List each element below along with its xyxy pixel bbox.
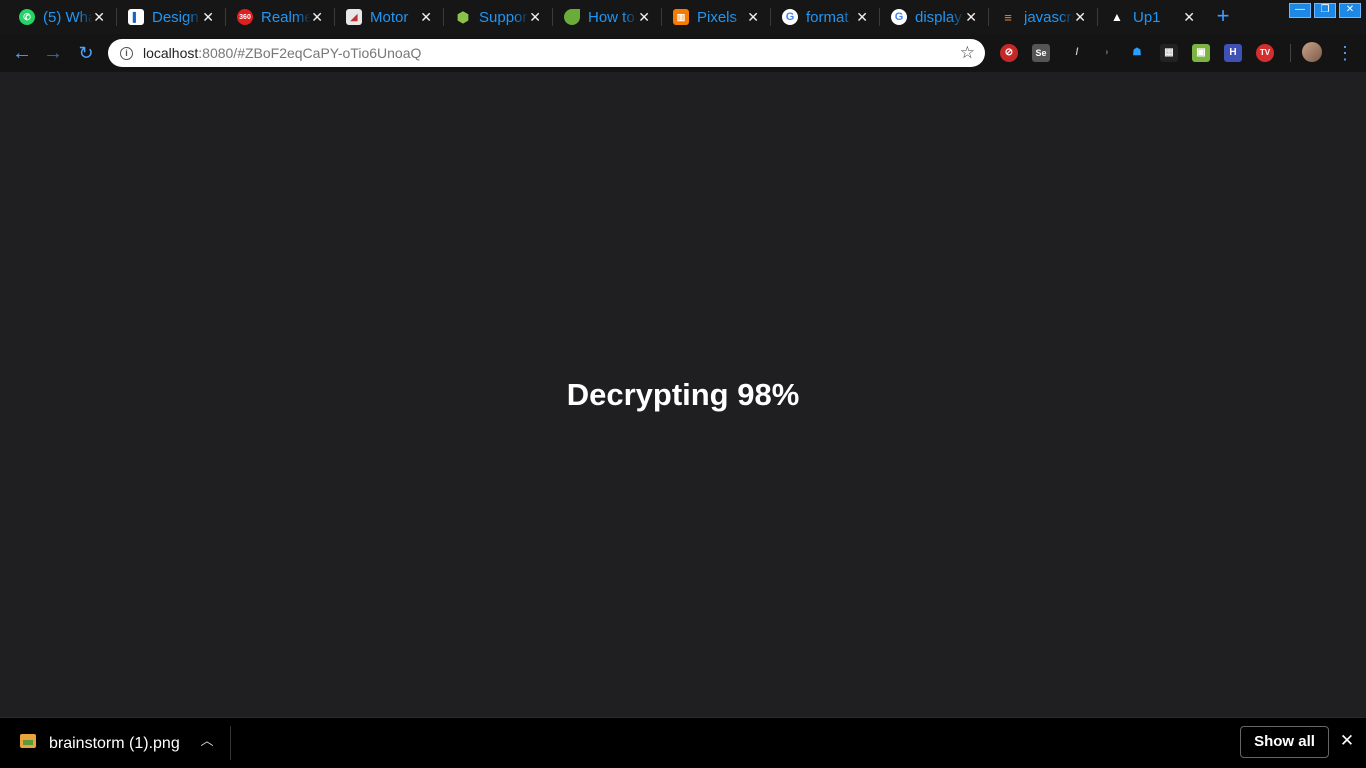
google-icon: G <box>891 9 907 25</box>
tab-title: javascript <box>1024 8 1074 26</box>
360-icon: 360 <box>237 9 253 25</box>
extension-icon[interactable]: ◗ <box>1098 44 1116 62</box>
show-all-button[interactable]: Show all <box>1240 726 1329 758</box>
tab-title: display <box>915 8 962 26</box>
close-icon[interactable]: ✕ <box>1074 9 1086 25</box>
close-icon[interactable]: ✕ <box>1338 731 1356 751</box>
tab-title: Support <box>479 8 529 26</box>
tab-title: Pixels <box>697 8 738 26</box>
close-icon[interactable]: ✕ <box>965 9 977 25</box>
google-icon: G <box>782 9 798 25</box>
close-icon[interactable]: ✕ <box>420 9 432 25</box>
minimize-icon[interactable]: — <box>1289 3 1311 18</box>
tab-list: ✆ (5) WhatsApp ✕ ▌ Design ✕ 360 Realme ✕… <box>8 0 1207 34</box>
download-shelf: brainstorm (1).png ︿ Show all ✕ <box>0 717 1366 768</box>
leaf-icon <box>564 9 580 25</box>
menu-icon[interactable]: ⋮ <box>1336 40 1354 66</box>
tab-title: How to <box>588 8 635 26</box>
ghost-extension-icon[interactable]: ☗ <box>1128 44 1146 62</box>
restore-icon[interactable]: ❐ <box>1314 3 1336 18</box>
close-icon[interactable]: ✕ <box>202 9 214 25</box>
avatar[interactable] <box>1302 42 1322 62</box>
android-icon: ⬢ <box>456 8 470 25</box>
qr-extension-icon[interactable]: ▦ <box>1160 44 1178 62</box>
penguin-icon: ▲ <box>1111 10 1123 24</box>
shelf-divider <box>230 726 231 760</box>
close-icon[interactable]: ✕ <box>856 9 868 25</box>
new-tab-button[interactable]: + <box>1212 4 1234 28</box>
tv-extension-icon[interactable]: TV <box>1256 44 1274 62</box>
tab-support[interactable]: ⬢ Support ✕ <box>444 0 553 34</box>
tab-strip: ✆ (5) WhatsApp ✕ ▌ Design ✕ 360 Realme ✕… <box>0 0 1366 34</box>
info-icon[interactable]: i <box>120 46 133 60</box>
chevron-up-icon[interactable]: ︿ <box>198 731 216 751</box>
motor-icon: ◢ <box>346 9 362 25</box>
address-bar[interactable]: i localhost :8080/#ZBoF2eqCaPY-oTio6Unoa… <box>108 39 985 67</box>
tab-how-to[interactable]: How to ✕ <box>553 0 662 34</box>
decrypting-status: Decrypting 98% <box>566 377 800 412</box>
toolbar-divider <box>1290 44 1291 62</box>
close-icon[interactable]: ✕ <box>529 9 541 25</box>
tab-title: Motor <box>370 8 409 26</box>
extension-blocked-icon[interactable]: ⊘ <box>1000 44 1018 62</box>
image-file-icon <box>20 734 36 748</box>
url-host: localhost <box>143 45 199 61</box>
selenium-extension-icon[interactable]: Se <box>1032 44 1050 62</box>
pixels-icon: ▥ <box>673 9 689 25</box>
close-icon[interactable]: ✕ <box>1183 9 1195 25</box>
stackoverflow-icon: ≡ <box>1004 9 1012 25</box>
tab-design[interactable]: ▌ Design ✕ <box>117 0 226 34</box>
reload-icon[interactable]: ↻ <box>73 40 99 66</box>
tab-title: (5) WhatsApp <box>43 8 93 26</box>
close-window-icon[interactable]: ✕ <box>1339 3 1361 18</box>
tab-realme[interactable]: 360 Realme ✕ <box>226 0 335 34</box>
back-icon[interactable]: ← <box>9 40 35 66</box>
bookmark-star-icon[interactable]: ☆ <box>960 43 975 63</box>
url-path: :8080/#ZBoF2eqCaPY-oTio6UnoaQ <box>198 45 422 61</box>
tab-motor[interactable]: ◢ Motor ✕ <box>335 0 444 34</box>
download-file-name[interactable]: brainstorm (1).png <box>49 735 180 753</box>
close-icon[interactable]: ✕ <box>93 9 105 25</box>
green-extension-icon[interactable]: ▣ <box>1192 44 1210 62</box>
page-content: Decrypting 98% <box>0 72 1366 717</box>
tab-title: Design <box>152 8 199 26</box>
tab-up1[interactable]: ▲ Up1 ✕ <box>1098 0 1207 34</box>
tab-title: Up1 <box>1133 8 1161 26</box>
tab-whatsapp[interactable]: ✆ (5) WhatsApp ✕ <box>8 0 117 34</box>
close-icon[interactable]: ✕ <box>311 9 323 25</box>
tab-format[interactable]: G format ✕ <box>771 0 880 34</box>
forward-icon[interactable]: → <box>40 40 66 66</box>
close-icon[interactable]: ✕ <box>638 9 650 25</box>
whatsapp-icon: ✆ <box>19 9 35 25</box>
design-icon: ▌ <box>128 9 144 25</box>
tab-pixels[interactable]: ▥ Pixels ✕ <box>662 0 771 34</box>
close-icon[interactable]: ✕ <box>747 9 759 25</box>
tab-title: Realme <box>261 8 311 26</box>
h-extension-icon[interactable]: H <box>1224 44 1242 62</box>
color-picker-extension-icon[interactable]: / <box>1068 44 1086 62</box>
tab-display[interactable]: G display ✕ <box>880 0 989 34</box>
browser-toolbar: ← → ↻ i localhost :8080/#ZBoF2eqCaPY-oTi… <box>0 34 1366 72</box>
tab-javascript[interactable]: ≡ javascript ✕ <box>989 0 1098 34</box>
tab-title: format <box>806 8 849 26</box>
